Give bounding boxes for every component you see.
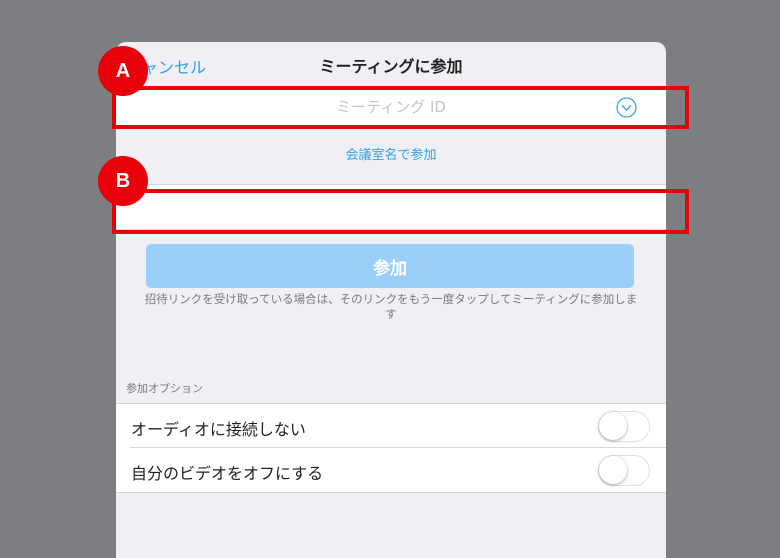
toggle-knob <box>599 456 627 484</box>
annotation-box-a <box>112 86 689 129</box>
section-label-join-options: 参加オプション <box>126 382 203 395</box>
option-row-no-audio: オーディオに接続しない <box>116 404 666 448</box>
invite-link-hint: 招待リンクを受け取っている場合は、そのリンクをもう一度タップしてミーティングに参… <box>144 292 638 321</box>
option-label: オーディオに接続しない <box>131 420 306 439</box>
join-button[interactable]: 参加 <box>146 244 634 288</box>
option-row-video-off: 自分のビデオをオフにする <box>116 448 666 492</box>
option-label: 自分のビデオをオフにする <box>131 464 324 483</box>
navigation-bar: キャンセル ミーティングに参加 <box>116 42 666 86</box>
annotation-badge-b: B <box>98 156 148 206</box>
toggle-knob <box>599 412 627 440</box>
annotation-box-b <box>112 189 689 234</box>
video-off-toggle[interactable] <box>598 455 650 486</box>
join-by-room-name-link[interactable]: 会議室名で参加 <box>116 144 666 163</box>
no-audio-toggle[interactable] <box>598 411 650 442</box>
page-title: ミーティングに参加 <box>319 57 463 76</box>
join-options-list: オーディオに接続しない 自分のビデオをオフにする <box>116 403 666 493</box>
annotation-badge-a: A <box>98 46 148 96</box>
